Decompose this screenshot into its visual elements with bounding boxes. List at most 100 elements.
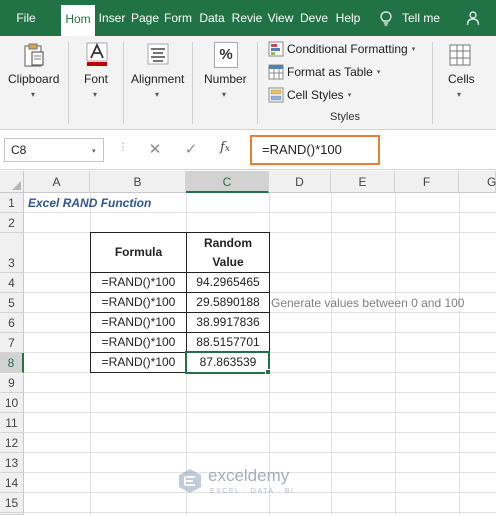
enter-icon[interactable]: ✓	[181, 140, 201, 160]
column-header-b[interactable]: B	[90, 171, 186, 193]
table-cell-value[interactable]: 88.5157701	[186, 332, 270, 353]
number-group[interactable]: % Number ▾	[193, 36, 257, 130]
cell-styles-button[interactable]: Cell Styles ▾	[268, 85, 351, 105]
alignment-icon	[147, 43, 169, 65]
row-header-14[interactable]: 14	[0, 473, 24, 493]
row-header-1[interactable]: 1	[0, 193, 24, 213]
tab-formulas[interactable]: Form	[163, 0, 193, 36]
sheet-title[interactable]: Excel RAND Function	[28, 196, 151, 210]
chevron-down-icon: ▾	[411, 46, 416, 53]
table-header-random-line2: Value	[212, 255, 244, 269]
tab-insert[interactable]: Inser	[96, 0, 128, 36]
lightbulb-icon[interactable]	[380, 11, 392, 26]
row-header-11[interactable]: 11	[0, 413, 24, 433]
tab-home[interactable]: Hom	[61, 5, 95, 36]
styles-group-label: Styles	[330, 111, 360, 123]
conditional-formatting-button[interactable]: Conditional Formatting ▾	[268, 39, 415, 59]
tab-page-layout[interactable]: Page	[130, 0, 160, 36]
row-header-10[interactable]: 10	[0, 393, 24, 413]
watermark-name: exceldemy	[208, 466, 290, 485]
table-cell-value[interactable]: 38.9917836	[186, 312, 270, 333]
ribbon-tab-bar: File Hom Inser Page Form Data Revie View…	[0, 0, 496, 36]
font-dropdown-icon[interactable]: ▾	[93, 90, 97, 99]
active-cell-selection[interactable]	[185, 351, 270, 374]
cells-dropdown-icon[interactable]: ▾	[457, 90, 461, 99]
tab-data[interactable]: Data	[196, 0, 228, 36]
insert-function-icon[interactable]: fx	[220, 140, 230, 155]
tell-me-search[interactable]: Tell me	[402, 0, 440, 36]
column-header-c[interactable]: C	[186, 171, 269, 193]
row-header-15[interactable]: 15	[0, 493, 24, 513]
watermark-tagline: EXCEL · DATA · BI	[210, 488, 295, 495]
table-cell-formula[interactable]: =RAND()*100	[90, 292, 187, 313]
tab-view[interactable]: View	[265, 0, 296, 36]
number-dropdown-icon[interactable]: ▾	[222, 90, 226, 99]
table-cell-value[interactable]: 94.2965465	[186, 272, 270, 293]
name-box[interactable]: C8	[4, 138, 104, 162]
tab-developer[interactable]: Deve	[298, 0, 330, 36]
row-header-3[interactable]: 3	[0, 233, 24, 273]
font-group[interactable]: Font ▾	[69, 36, 123, 130]
exceldemy-logo-icon	[179, 469, 201, 493]
fill-handle[interactable]	[265, 369, 271, 375]
cells-icon	[449, 44, 471, 66]
gridline	[24, 452, 496, 453]
note-text[interactable]: Generate values between 0 and 100	[271, 296, 464, 310]
row-header-13[interactable]: 13	[0, 453, 24, 473]
table-cell-formula[interactable]: =RAND()*100	[90, 312, 187, 333]
format-as-table-button[interactable]: Format as Table ▾	[268, 62, 380, 82]
column-header-a[interactable]: A	[24, 171, 90, 193]
ribbon-home: Clipboard ▾ Font ▾ Alignment ▾ % Number …	[0, 36, 496, 157]
row-header-9[interactable]: 9	[0, 373, 24, 393]
table-cell-value[interactable]: 29.5890188	[186, 292, 270, 313]
row-header-2[interactable]: 2	[0, 213, 24, 233]
row-header-5[interactable]: 5	[0, 293, 24, 313]
share-user-icon[interactable]	[466, 10, 482, 26]
column-header-f[interactable]: F	[395, 171, 459, 193]
cancel-icon[interactable]: ✕	[145, 140, 165, 160]
row-header-4[interactable]: 4	[0, 273, 24, 293]
chevron-down-icon[interactable]: ▾	[92, 147, 96, 155]
clipboard-label: Clipboard	[8, 72, 60, 86]
conditional-formatting-label: Conditional Formatting	[287, 42, 408, 56]
table-header-random-line1: Random	[204, 236, 252, 250]
worksheet-grid[interactable]: A B C D E F G 1 2 3 4 5 6 7 8 9 10 11 12…	[0, 171, 496, 515]
format-as-table-label: Format as Table	[287, 65, 373, 79]
tab-review[interactable]: Revie	[231, 0, 263, 36]
select-all-button[interactable]	[0, 171, 24, 193]
fx-x: x	[224, 144, 230, 154]
column-header-d[interactable]: D	[269, 171, 331, 193]
row-header-6[interactable]: 6	[0, 313, 24, 333]
tab-file[interactable]: File	[6, 0, 46, 36]
row-header-12[interactable]: 12	[0, 433, 24, 453]
tab-help[interactable]: Help	[333, 0, 363, 36]
formula-bar: C8 ▾ ⋮ ✕ ✓ fx =RAND()*100	[0, 130, 496, 170]
cell-styles-label: Cell Styles	[287, 88, 344, 102]
table-cell-formula[interactable]: =RAND()*100	[90, 352, 187, 373]
percent-icon: %	[214, 42, 238, 68]
gridline	[24, 212, 496, 213]
row-header-8[interactable]: 8	[0, 353, 24, 373]
alignment-dropdown-icon[interactable]: ▾	[155, 90, 159, 99]
table-cell-formula[interactable]: =RAND()*100	[90, 272, 187, 293]
gridline	[24, 412, 496, 413]
table-header-random-value[interactable]: Random Value	[186, 232, 270, 273]
ribbon-divider	[257, 42, 258, 124]
formula-bar-grip[interactable]: ⋮	[118, 142, 128, 153]
column-header-e[interactable]: E	[331, 171, 395, 193]
clipboard-group[interactable]: Clipboard ▾	[0, 36, 68, 130]
gridline	[24, 392, 496, 393]
table-cell-formula[interactable]: =RAND()*100	[90, 332, 187, 353]
clipboard-dropdown-icon[interactable]: ▾	[31, 90, 35, 99]
exceldemy-watermark: exceldemy EXCEL · DATA · BI	[178, 466, 338, 506]
table-header-formula[interactable]: Formula	[90, 232, 187, 273]
chevron-down-icon: ▾	[376, 69, 381, 76]
cells-group[interactable]: Cells ▾	[433, 36, 496, 130]
alignment-group[interactable]: Alignment ▾	[124, 36, 192, 130]
font-label: Font	[84, 72, 109, 86]
formula-input[interactable]: =RAND()*100	[250, 135, 380, 165]
column-header-g[interactable]: G	[459, 171, 496, 193]
gridline	[24, 432, 496, 433]
cells-label: Cells	[448, 72, 475, 86]
row-header-7[interactable]: 7	[0, 333, 24, 353]
